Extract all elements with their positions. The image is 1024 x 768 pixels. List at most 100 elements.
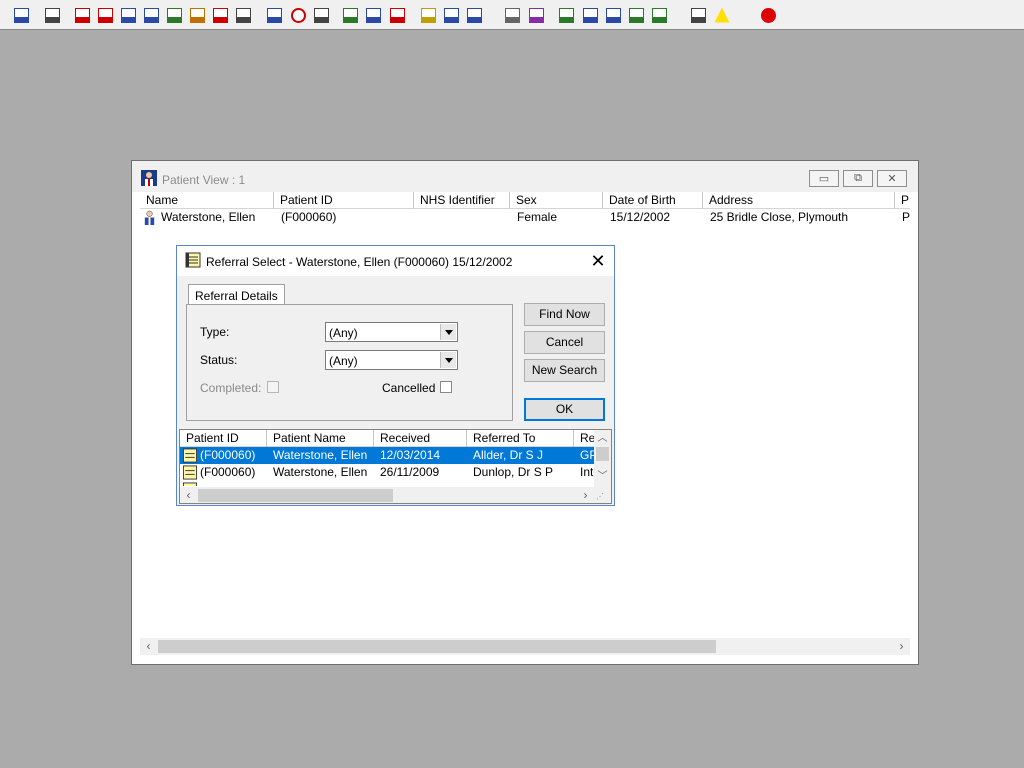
close-icon: ✕ — [590, 251, 606, 271]
patient-row[interactable]: Waterstone, Ellen (F000060) Female 15/12… — [140, 209, 910, 226]
mail-check-icon[interactable] — [579, 4, 601, 26]
column-header-nhs-identifier[interactable]: NHS Identifier — [414, 192, 510, 209]
document-icon[interactable] — [501, 4, 523, 26]
completed-checkbox[interactable] — [267, 381, 279, 393]
dialog-close-button[interactable]: ✕ — [585, 249, 611, 273]
patient-view-title: Patient View : 1 — [162, 173, 246, 187]
cancelled-checkbox[interactable] — [440, 381, 452, 393]
ok-button[interactable]: OK — [524, 398, 605, 421]
flag-icon[interactable] — [209, 4, 231, 26]
patient-id-cell: (F000060) — [281, 210, 337, 224]
printer-icon[interactable] — [41, 4, 63, 26]
cancel-button[interactable]: Cancel — [524, 331, 605, 354]
chevron-down-icon[interactable] — [440, 324, 456, 340]
edit-document-icon[interactable] — [94, 4, 116, 26]
column-header-address[interactable]: Address — [703, 192, 895, 209]
chart-document-icon[interactable] — [362, 4, 384, 26]
column-header-date-of-birth[interactable]: Date of Birth — [603, 192, 703, 209]
monitor-icon[interactable] — [117, 4, 139, 26]
referral-received-cell: 26/11/2009 — [380, 465, 440, 479]
scrollbar-thumb[interactable] — [158, 640, 716, 653]
bed-icon[interactable] — [440, 4, 462, 26]
referral-details-panel: Type: (Any) Status: (Any) Completed: Can… — [186, 304, 513, 421]
find-now-button[interactable]: Find Now — [524, 303, 605, 326]
warning-icon[interactable] — [711, 4, 733, 26]
referral-patient-id-cell: (F000060) — [200, 465, 256, 479]
column-header-sex[interactable]: Sex — [510, 192, 603, 209]
close-icon: ✕ — [887, 173, 897, 185]
sex-cell: Female — [517, 210, 558, 224]
mail-document-icon[interactable] — [602, 4, 624, 26]
table-row[interactable]: (F000060) Waterstone, Ellen 12/03/2014 A… — [180, 447, 594, 464]
patient-view-titlebar[interactable]: Patient View : 1 ▭ ⧉ ✕ — [132, 161, 918, 192]
referral-received-cell: 12/03/2014 — [380, 448, 441, 462]
scroll-left-icon[interactable]: ‹ — [140, 638, 157, 655]
mail-arrow-icon[interactable] — [648, 4, 670, 26]
m-letter-icon-glyph — [143, 7, 159, 23]
globe-icon[interactable] — [555, 4, 577, 26]
column-header-patient-name[interactable]: Patient Name — [267, 430, 374, 447]
globe-icon-glyph — [558, 7, 574, 23]
resize-grip-icon[interactable]: ⋰ — [596, 492, 606, 502]
table-row[interactable]: (F000060) Waterstone, Ellen 26/11/2009 D… — [180, 464, 594, 481]
scroll-up-icon[interactable]: ︿ — [594, 430, 611, 447]
scroll-down-icon[interactable]: ﹀ — [594, 468, 611, 485]
mail-arrow-icon-glyph — [651, 7, 667, 23]
transfer-icon[interactable] — [687, 4, 709, 26]
chevron-down-icon[interactable] — [440, 352, 456, 368]
envelope-icon[interactable] — [263, 4, 285, 26]
bar-chart-icon[interactable] — [525, 4, 547, 26]
scroll-left-icon[interactable]: ‹ — [180, 487, 197, 503]
horizontal-scrollbar[interactable]: ‹ › — [140, 638, 910, 655]
person-icon[interactable] — [163, 4, 185, 26]
cube-icon[interactable] — [232, 4, 254, 26]
cancelled-label: Cancelled — [382, 381, 436, 395]
patient-name-cell: Waterstone, Ellen — [161, 210, 256, 224]
monitor-list-icon[interactable] — [310, 4, 332, 26]
scroll-right-icon[interactable]: › — [893, 638, 910, 655]
scrollbar-thumb[interactable] — [198, 489, 393, 502]
referral-icon — [185, 252, 201, 268]
bar-chart-icon-glyph — [528, 7, 544, 23]
clock-icon[interactable] — [287, 4, 309, 26]
mail-green-icon[interactable] — [625, 4, 647, 26]
person-tasks-icon-glyph — [466, 7, 482, 23]
scroll-right-icon[interactable]: › — [577, 487, 594, 503]
restore-button[interactable]: ⧉ — [843, 170, 873, 187]
type-select[interactable]: (Any) — [325, 322, 458, 342]
minimize-button[interactable]: ▭ — [809, 170, 839, 187]
table-row[interactable] — [180, 481, 594, 486]
vertical-scrollbar[interactable]: ︿ ﹀ — [594, 430, 611, 487]
patient-list-header: Name Patient ID NHS Identifier Sex Date … — [140, 192, 910, 209]
new-search-button[interactable]: New Search — [524, 359, 605, 382]
status-select[interactable]: (Any) — [325, 350, 458, 370]
column-header-name[interactable]: Name — [140, 192, 274, 209]
printer-icon-glyph — [44, 7, 60, 23]
presentation-icon[interactable] — [339, 4, 361, 26]
column-header-patient-id[interactable]: Patient ID — [180, 430, 267, 447]
column-header-patient-id[interactable]: Patient ID — [274, 192, 414, 209]
exit-icon[interactable] — [757, 4, 779, 26]
notepad-icon-glyph — [189, 7, 205, 23]
scrollbar-thumb[interactable] — [596, 447, 609, 461]
notepad-icon[interactable] — [186, 4, 208, 26]
close-button[interactable]: ✕ — [877, 170, 907, 187]
m-letter-icon[interactable] — [140, 4, 162, 26]
warning-icon-glyph — [714, 7, 730, 23]
pie-chart-icon[interactable] — [386, 4, 408, 26]
notes-icon[interactable] — [417, 4, 439, 26]
column-header-p[interactable]: P — [895, 192, 910, 209]
nhs-identifier-cell — [420, 209, 510, 226]
book-red-icon[interactable] — [71, 4, 93, 26]
column-header-referred-to[interactable]: Referred To — [467, 430, 574, 447]
column-header-received[interactable]: Received — [374, 430, 467, 447]
bed-icon-glyph — [443, 7, 459, 23]
patient-search-icon[interactable] — [10, 4, 32, 26]
monitor-icon-glyph — [120, 7, 136, 23]
dialog-titlebar[interactable]: Referral Select - Waterstone, Ellen (F00… — [177, 246, 614, 276]
referral-list-header: Patient ID Patient Name Received Referre… — [180, 430, 604, 447]
person-tasks-icon[interactable] — [463, 4, 485, 26]
horizontal-scrollbar[interactable]: ‹ › ⋰ — [180, 487, 611, 503]
dialog-title: Referral Select - Waterstone, Ellen (F00… — [206, 255, 513, 269]
completed-label: Completed: — [200, 381, 262, 395]
